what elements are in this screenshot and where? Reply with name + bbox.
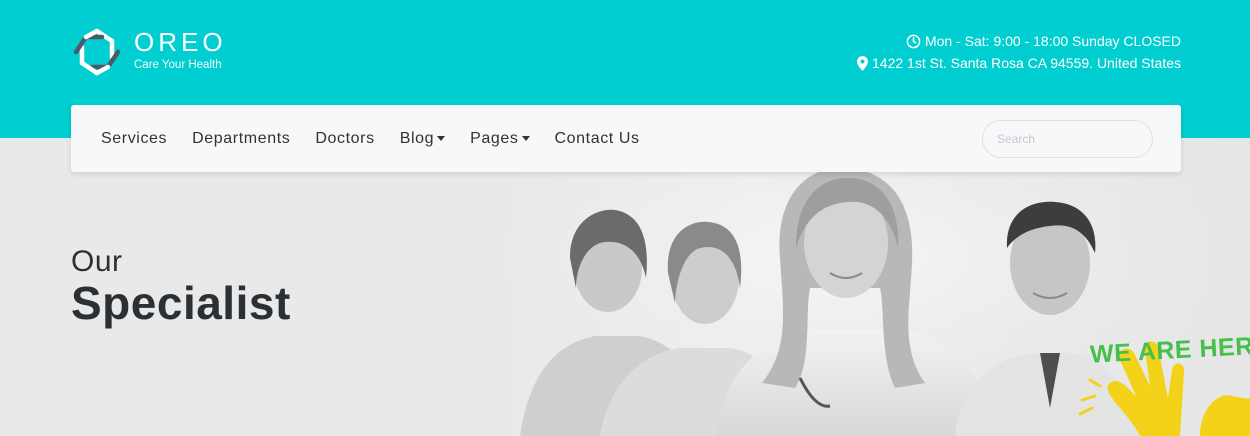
nav-item-doctors[interactable]: Doctors <box>302 130 386 148</box>
nav-item-blog[interactable]: Blog <box>387 130 457 148</box>
doctors-team-image <box>500 138 1250 436</box>
nav-item-label: Services <box>101 129 168 147</box>
map-pin-icon <box>857 55 869 71</box>
hours-line: Mon - Sat: 9:00 - 18:00 Sunday CLOSED <box>857 30 1181 52</box>
search-input[interactable] <box>982 120 1153 158</box>
caret-down-icon <box>437 136 446 141</box>
hero-pre-title: Our <box>71 245 123 278</box>
hero-title: Specialist <box>71 277 291 329</box>
nav-item-departments[interactable]: Departments <box>179 130 302 148</box>
nav-item-label: Departments <box>192 129 291 147</box>
nav-item-label: Doctors <box>315 129 375 147</box>
nav-menu: Services Departments Doctors Blog Pages … <box>88 130 652 148</box>
clock-icon <box>906 34 921 48</box>
contact-info: Mon - Sat: 9:00 - 18:00 Sunday CLOSED 14… <box>857 30 1181 74</box>
brand-tagline: Care Your Health <box>134 59 222 71</box>
hero-heading: Our Specialist <box>71 245 291 329</box>
main-navbar: Services Departments Doctors Blog Pages … <box>71 105 1181 172</box>
nav-item-pages[interactable]: Pages <box>457 130 541 148</box>
brand-name: OREO <box>134 27 227 57</box>
nav-item-label: Blog <box>399 129 435 147</box>
address-text: 1422 1st St. Santa Rosa CA 94559. United… <box>872 55 1181 71</box>
logo[interactable]: OREO Care Your Health <box>72 27 227 77</box>
nav-item-label: Contact Us <box>554 129 640 147</box>
nav-item-label: Pages <box>470 129 519 147</box>
caret-down-icon <box>521 136 530 141</box>
nav-item-services[interactable]: Services <box>88 130 179 148</box>
logo-mark-icon <box>73 28 121 76</box>
nav-item-contact-us[interactable]: Contact Us <box>542 130 652 148</box>
address-line: 1422 1st St. Santa Rosa CA 94559. United… <box>857 52 1181 74</box>
hours-text: Mon - Sat: 9:00 - 18:00 Sunday CLOSED <box>924 33 1181 49</box>
